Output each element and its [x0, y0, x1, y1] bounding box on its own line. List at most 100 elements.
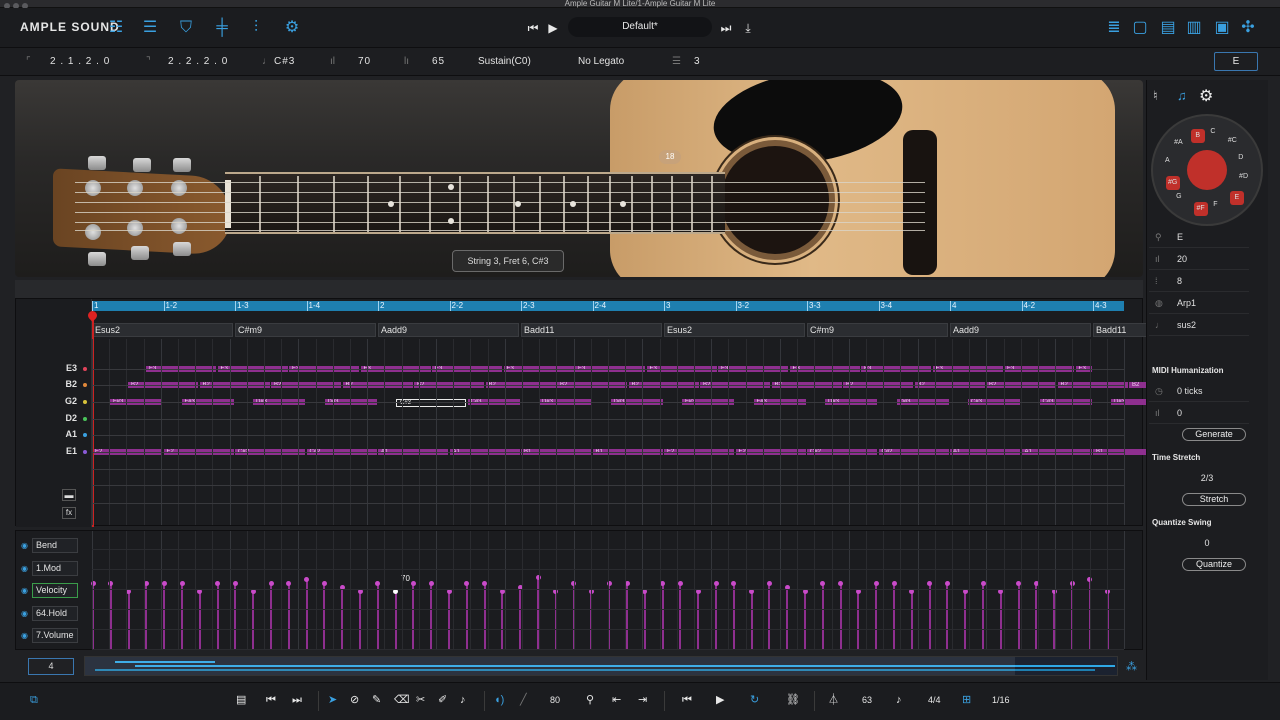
sustain-select[interactable]: Sustain(C0) — [478, 56, 531, 67]
timeline-ruler[interactable]: 1 1-2 1-3 1-4 2 2-2 2-3 2-4 3 3-2 3-3 3-4 4 4-2 4-3 — [92, 301, 1124, 311]
dial-key[interactable]: #G — [1165, 176, 1180, 191]
pencil-tool-icon[interactable]: ✎ — [372, 693, 381, 707]
measure-count[interactable]: 4 — [28, 658, 74, 675]
velocity-handle[interactable] — [464, 581, 470, 586]
chord-track[interactable]: Esus2 C#m9 Aadd9 Badd11 Esus2 C#m9 Aadd9 Badd11 — [92, 323, 1234, 337]
list-view-icon[interactable]: ≣ — [1104, 18, 1124, 38]
sliders-icon[interactable]: ☰ — [140, 18, 160, 38]
note-start-position[interactable]: 2 . 1 . 2 . 0 — [50, 56, 110, 67]
note-pitch[interactable]: C#3 — [274, 56, 295, 67]
next-preset-icon[interactable]: ⏭ — [718, 18, 734, 38]
fretboard-icon[interactable]: ☷ — [106, 18, 126, 38]
string-label[interactable]: A1 — [65, 429, 77, 439]
note-block[interactable]: C#3 — [396, 399, 466, 407]
velocity-handle[interactable] — [321, 581, 327, 586]
play-icon[interactable]: ▶ — [716, 693, 724, 707]
mic-tool-icon[interactable]: ♪ — [460, 693, 466, 707]
bottom-panel-icon[interactable]: ▣ — [1212, 18, 1232, 38]
velocity-handle[interactable] — [873, 581, 879, 586]
link-icon[interactable]: ⛓ — [786, 693, 800, 707]
visibility-eye-icon[interactable]: ◉ — [21, 541, 28, 550]
note-end-position[interactable]: 2 . 2 . 2 . 0 — [168, 56, 228, 67]
chord-block[interactable]: Esus2 — [664, 323, 805, 337]
pin-icon[interactable]: ⚲ — [586, 693, 594, 707]
top-panel-icon[interactable]: ▤ — [1158, 18, 1178, 38]
dial-key[interactable]: C — [1210, 128, 1215, 135]
dial-key[interactable]: B — [1190, 128, 1205, 143]
dial-key[interactable]: A — [1165, 157, 1170, 164]
visibility-eye-icon[interactable]: ◉ — [21, 609, 28, 618]
mixer-icon[interactable]: ╪ — [212, 18, 232, 38]
dial-key[interactable]: F — [1213, 201, 1217, 208]
save-preset-icon[interactable]: ⤓ — [740, 18, 756, 38]
velocity-handle[interactable] — [482, 581, 488, 586]
humanize-ticks-row[interactable]: ◷ 0 ticks — [1149, 382, 1249, 402]
strum-icon[interactable]: ♮ — [1153, 88, 1158, 104]
default-velocity[interactable]: 80 — [550, 693, 560, 707]
side-panel-icon[interactable]: ▥ — [1184, 18, 1204, 38]
skip-end-icon[interactable]: ⏭ — [292, 693, 302, 707]
mute-tool-icon[interactable]: ⊘ — [350, 693, 359, 707]
dial-key[interactable]: D — [1238, 154, 1243, 161]
key-selector[interactable]: E — [1214, 52, 1258, 71]
generate-button[interactable]: Generate — [1182, 428, 1246, 441]
music-note-icon[interactable]: ♫ — [1177, 88, 1187, 103]
velocity-handle[interactable] — [375, 581, 381, 586]
sustain-lane-icon[interactable]: ▬ — [62, 489, 76, 501]
velocity-handle[interactable] — [179, 581, 185, 586]
velocity-handle[interactable] — [428, 581, 434, 586]
note-length[interactable]: 65 — [432, 56, 445, 67]
select-tool-icon[interactable]: ➤ — [328, 693, 337, 707]
grid-resolution[interactable]: 1/16 — [992, 693, 1010, 707]
gear-icon[interactable]: ⚙ — [1199, 86, 1213, 106]
tap-tempo-icon[interactable]: ♪ — [896, 693, 902, 707]
time-signature[interactable]: 4/4 — [928, 693, 941, 707]
window-layout-icon[interactable]: ▢ — [1130, 18, 1150, 38]
velocity-handle[interactable] — [944, 581, 950, 586]
audition-icon[interactable]: ◖) — [494, 693, 504, 707]
cc-lane-button[interactable]: 1.Mod — [32, 560, 78, 576]
string-label[interactable]: D2 — [65, 413, 77, 423]
sidebar-arp-row[interactable]: ◍ Arp1 — [1149, 294, 1249, 314]
velocity-handle[interactable] — [820, 581, 826, 586]
quantize-swing-value[interactable]: 0 — [1147, 538, 1267, 548]
sidebar-chord-row[interactable]: ♩ sus2 — [1149, 316, 1249, 336]
preset-selector[interactable]: Default* — [568, 17, 712, 37]
velocity-handle[interactable] — [980, 581, 986, 586]
velocity-handle[interactable] — [161, 581, 167, 586]
overview-viewport[interactable] — [85, 657, 1015, 675]
sidebar-value-row[interactable]: ⁞ 8 — [1149, 272, 1249, 292]
velocity-handle[interactable] — [766, 581, 772, 586]
loop-icon[interactable]: ↻ — [750, 693, 759, 707]
chord-block[interactable]: Aadd9 — [950, 323, 1091, 337]
tempo-value[interactable]: 63 — [862, 693, 872, 707]
brush-tool-icon[interactable]: ✐ — [438, 693, 447, 707]
zoom-fit-icon[interactable]: ⁂ — [1126, 660, 1137, 673]
velocity-handle[interactable] — [838, 581, 844, 586]
cc-lane-button[interactable]: Velocity — [32, 583, 78, 598]
settings-gear-icon[interactable]: ⚙ — [282, 18, 302, 38]
play-preset-icon[interactable]: ▶ — [545, 18, 561, 38]
link-window-icon[interactable]: ⧉ — [30, 693, 38, 707]
chord-block[interactable]: Esus2 — [92, 323, 233, 337]
legato-select[interactable]: No Legato — [578, 56, 624, 67]
key-dial[interactable]: B C #C D #D E F #F G #G A #A — [1151, 114, 1263, 226]
dial-key[interactable]: G — [1176, 193, 1181, 200]
piano-roll[interactable]: E3 B2 G2 D2 A1 E1 ▬ fx 1 1-2 1-3 1-4 2 2-2 2-3 2-4 3 3… — [15, 298, 1234, 527]
skip-start-icon[interactable]: ⏮ — [266, 693, 276, 707]
fx-lane-icon[interactable]: fx — [62, 507, 76, 519]
velocity-handle[interactable] — [660, 581, 666, 586]
cc-lane-button[interactable]: 64.Hold — [32, 605, 78, 621]
align-left-icon[interactable]: ⇤ — [612, 693, 621, 707]
velocity-handle[interactable] — [410, 581, 416, 586]
chord-block[interactable]: Badd11 — [521, 323, 662, 337]
random-dice-icon[interactable] — [1187, 150, 1227, 190]
dial-key[interactable]: #C — [1228, 137, 1237, 144]
chord-block[interactable]: C#m9 — [807, 323, 948, 337]
metronome-icon[interactable]: ⏃ — [828, 693, 839, 707]
clipboard-icon[interactable]: ▤ — [236, 693, 246, 707]
quantize-button[interactable]: Quantize — [1182, 558, 1246, 571]
dial-key[interactable]: #F — [1193, 202, 1208, 217]
align-right-icon[interactable]: ⇥ — [638, 693, 647, 707]
cc-editor[interactable]: ◉ Bend ◉ 1.Mod ◉ Velocity ◉ 64.Hold ◉ 7.Volume 70 — [15, 530, 1143, 650]
